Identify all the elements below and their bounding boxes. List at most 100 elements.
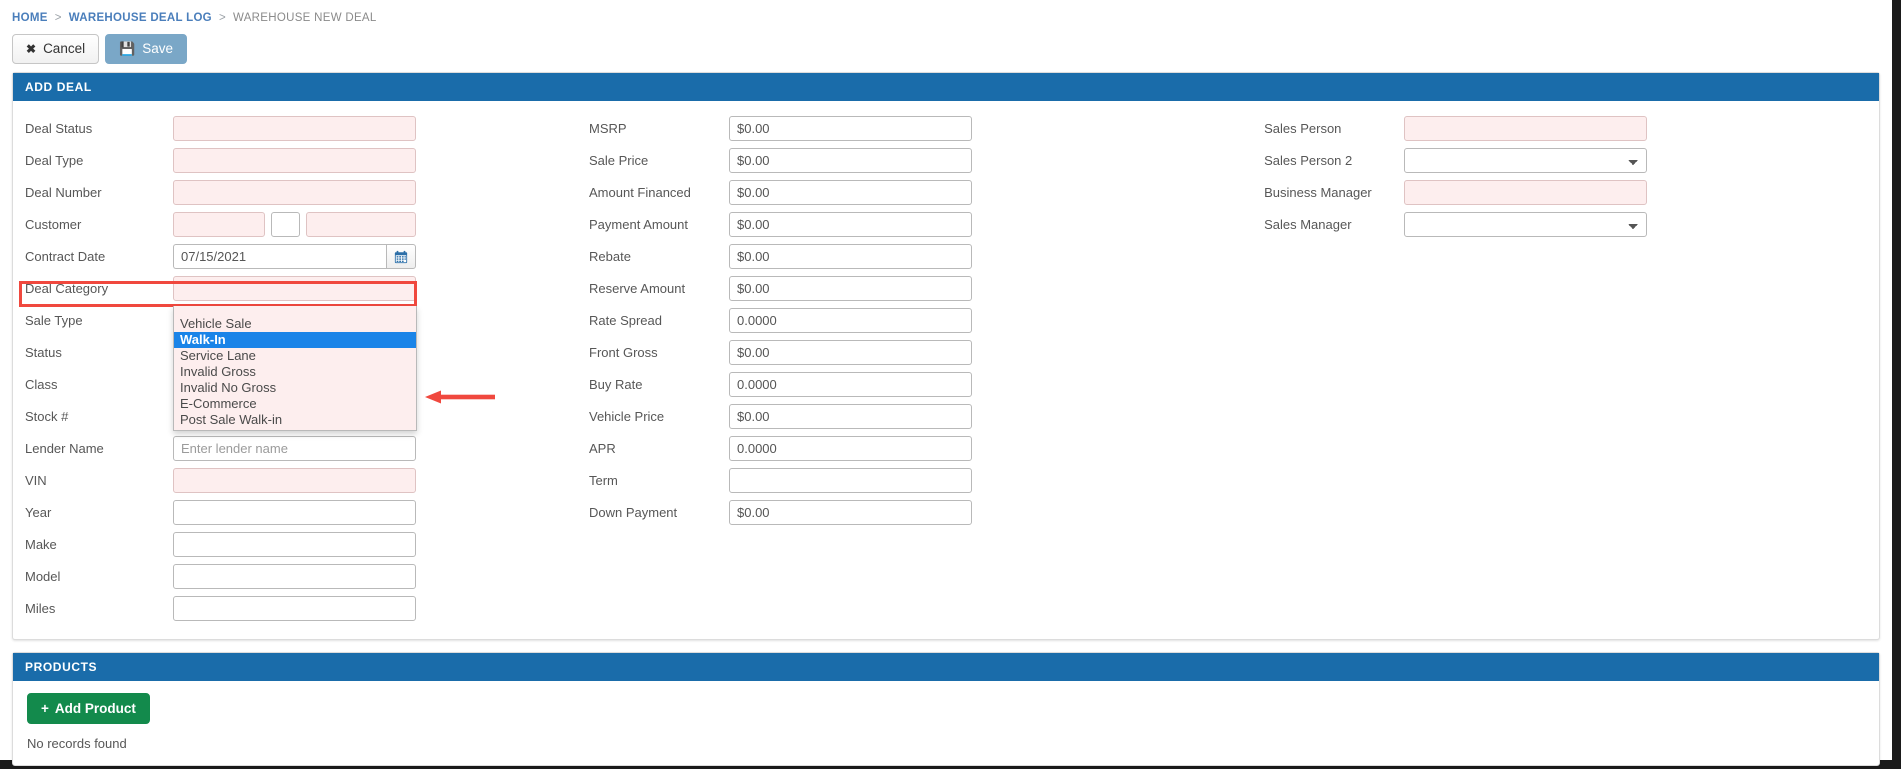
dropdown-option-vehicle-sale[interactable]: Vehicle Sale bbox=[174, 316, 416, 332]
field-row-vin: VIN bbox=[25, 465, 509, 497]
field-row-sales-person: Sales Person bbox=[1264, 113, 1879, 145]
label-down-payment: Down Payment bbox=[589, 505, 678, 520]
save-button[interactable]: 💾 Save bbox=[105, 34, 188, 64]
field-row-sales-person-2: Sales Person 2 bbox=[1264, 145, 1879, 177]
field-row-front-gross: Front Gross bbox=[589, 337, 1184, 369]
add-deal-panel-title: ADD DEAL bbox=[13, 72, 1879, 101]
breadcrumb-warehouse-deal-log[interactable]: WAREHOUSE DEAL LOG bbox=[69, 12, 212, 24]
deal-number-input[interactable] bbox=[173, 180, 416, 205]
label-model: Model bbox=[25, 569, 61, 584]
add-deal-form: Deal Status Deal Type Deal Number Custom… bbox=[13, 101, 1879, 639]
calendar-icon bbox=[394, 250, 408, 263]
calendar-icon-button[interactable] bbox=[386, 244, 416, 269]
action-toolbar: ✖ Cancel 💾 Save bbox=[0, 30, 1892, 72]
sales-person-select[interactable] bbox=[1404, 116, 1648, 141]
msrp-input[interactable] bbox=[729, 116, 972, 141]
label-deal-category: Deal Category bbox=[25, 281, 109, 296]
year-input[interactable] bbox=[173, 500, 416, 525]
breadcrumb-home[interactable]: HOME bbox=[12, 12, 48, 24]
field-row-payment-amount: Payment Amount bbox=[589, 209, 1184, 241]
label-stock-number: Stock # bbox=[25, 409, 69, 424]
label-msrp: MSRP bbox=[589, 121, 627, 136]
buy-rate-input[interactable] bbox=[729, 372, 972, 397]
breadcrumb: HOME > WAREHOUSE DEAL LOG > WAREHOUSE NE… bbox=[0, 0, 1892, 30]
field-row-make: Make bbox=[25, 529, 509, 561]
dropdown-option-walk-in[interactable]: Walk-In bbox=[174, 331, 416, 348]
model-input[interactable] bbox=[173, 564, 416, 589]
field-row-model: Model bbox=[25, 561, 509, 593]
payment-amount-input[interactable] bbox=[729, 212, 972, 237]
lender-name-input[interactable] bbox=[173, 436, 416, 461]
deal-category-dropdown-list[interactable]: Vehicle Sale Walk-In Service Lane Invali… bbox=[173, 305, 417, 431]
front-gross-input[interactable] bbox=[729, 340, 972, 365]
label-sales-manager: Sales Manager bbox=[1264, 217, 1352, 232]
apr-input[interactable] bbox=[729, 436, 972, 461]
field-row-msrp: MSRP bbox=[589, 113, 1184, 145]
field-row-apr: APR bbox=[589, 433, 1184, 465]
miles-input[interactable] bbox=[173, 596, 416, 621]
customer-last-name-input[interactable] bbox=[306, 212, 416, 237]
label-business-manager: Business Manager bbox=[1264, 185, 1372, 200]
label-deal-status: Deal Status bbox=[25, 121, 93, 136]
add-product-button[interactable]: + Add Product bbox=[27, 692, 150, 724]
add-deal-panel: ADD DEAL Deal Status Deal Type Deal Numb… bbox=[12, 71, 1880, 640]
sales-person-2-select[interactable] bbox=[1404, 148, 1648, 173]
field-row-customer: Customer bbox=[25, 209, 509, 241]
customer-middle-initial-input[interactable] bbox=[271, 212, 300, 237]
label-amount-financed: Amount Financed bbox=[589, 185, 691, 200]
rate-spread-input[interactable] bbox=[729, 308, 972, 333]
label-contract-date: Contract Date bbox=[25, 249, 106, 264]
field-row-reserve-amount: Reserve Amount bbox=[589, 273, 1184, 305]
dropdown-option-invalid-gross[interactable]: Invalid Gross bbox=[174, 364, 416, 380]
cancel-button-label: Cancel bbox=[43, 41, 86, 56]
label-rate-spread: Rate Spread bbox=[589, 313, 662, 328]
label-deal-number: Deal Number bbox=[25, 185, 102, 200]
dropdown-option-e-commerce[interactable]: E-Commerce bbox=[174, 396, 416, 412]
breadcrumb-current: WAREHOUSE NEW DEAL bbox=[232, 12, 377, 24]
label-rebate: Rebate bbox=[589, 249, 631, 264]
label-term: Term bbox=[589, 473, 618, 488]
deal-category-select[interactable] bbox=[173, 276, 416, 301]
vin-input[interactable] bbox=[173, 468, 416, 493]
label-deal-type: Deal Type bbox=[25, 153, 84, 168]
sales-manager-select[interactable] bbox=[1404, 212, 1648, 237]
dropdown-option-invalid-no-gross[interactable]: Invalid No Gross bbox=[174, 380, 416, 396]
rebate-input[interactable] bbox=[729, 244, 972, 269]
label-status: Status bbox=[25, 345, 62, 360]
plus-icon: + bbox=[41, 700, 49, 716]
right-form-column: Sales Person Sales Person 2 Business Man… bbox=[1184, 113, 1879, 625]
dropdown-option-post-sale-walk-in[interactable]: Post Sale Walk-in bbox=[174, 412, 416, 428]
save-button-label: Save bbox=[142, 41, 174, 56]
field-row-contract-date: Contract Date bbox=[25, 241, 509, 273]
customer-first-name-input[interactable] bbox=[173, 212, 265, 237]
field-row-buy-rate: Buy Rate bbox=[589, 369, 1184, 401]
floppy-disk-icon: 💾 bbox=[119, 41, 136, 57]
reserve-amount-input[interactable] bbox=[729, 276, 972, 301]
left-form-column: Deal Status Deal Type Deal Number Custom… bbox=[13, 113, 509, 625]
amount-financed-input[interactable] bbox=[729, 180, 972, 205]
contract-date-input[interactable] bbox=[173, 244, 386, 269]
cancel-button[interactable]: ✖ Cancel bbox=[12, 34, 100, 64]
field-row-amount-financed: Amount Financed bbox=[589, 177, 1184, 209]
vehicle-price-input[interactable] bbox=[729, 404, 972, 429]
sale-price-input[interactable] bbox=[729, 148, 972, 173]
label-vehicle-price: Vehicle Price bbox=[589, 409, 665, 424]
label-sales-person: Sales Person bbox=[1264, 121, 1342, 136]
dropdown-option-service-lane[interactable]: Service Lane bbox=[174, 348, 416, 364]
field-row-down-payment: Down Payment bbox=[589, 497, 1184, 529]
term-input[interactable] bbox=[729, 468, 972, 493]
deal-type-select[interactable] bbox=[173, 148, 416, 173]
down-payment-input[interactable] bbox=[729, 500, 972, 525]
label-buy-rate: Buy Rate bbox=[589, 377, 643, 392]
label-customer: Customer bbox=[25, 217, 82, 232]
middle-form-column: MSRP Sale Price Amount Financed Payment … bbox=[509, 113, 1184, 625]
make-input[interactable] bbox=[173, 532, 416, 557]
label-year: Year bbox=[25, 505, 52, 520]
deal-status-select[interactable] bbox=[173, 116, 416, 141]
business-manager-select[interactable] bbox=[1404, 180, 1648, 205]
field-row-year: Year bbox=[25, 497, 509, 529]
field-row-rate-spread: Rate Spread bbox=[589, 305, 1184, 337]
products-panel-body: + Add Product No records found bbox=[13, 681, 1879, 766]
label-class: Class bbox=[25, 377, 58, 392]
breadcrumb-separator-1: > bbox=[54, 12, 62, 24]
